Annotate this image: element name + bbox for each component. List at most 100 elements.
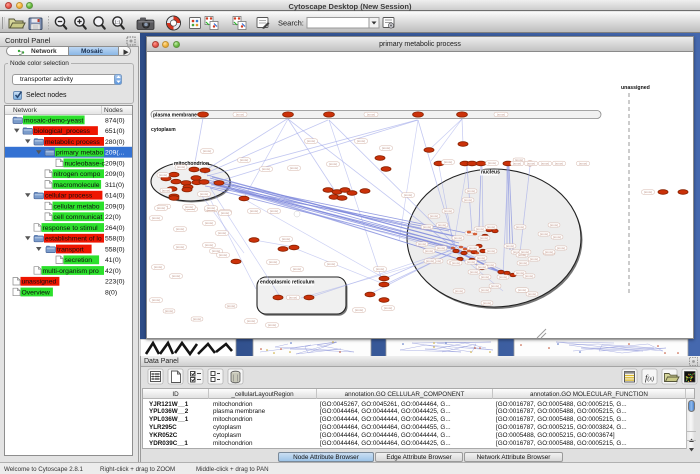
svg-text:endoplasmic reticulum: endoplasmic reticulum <box>260 280 315 286</box>
svg-text:(xx xx): (xx xx) <box>270 209 278 213</box>
svg-text:(xx xx): (xx xx) <box>467 189 475 193</box>
svg-text:multi-organism pro: multi-organism pro <box>43 268 99 275</box>
svg-text:(xx xx): (xx xx) <box>480 236 488 240</box>
svg-text:(xx xx): (xx xx) <box>438 223 446 227</box>
svg-text:(xx xx): (xx xx) <box>477 256 485 260</box>
svg-text:(xx xx): (xx xx) <box>483 301 491 305</box>
svg-text:response to stimul: response to stimul <box>43 225 99 232</box>
svg-text:8(0): 8(0) <box>105 289 117 296</box>
svg-text:209(0): 209(0) <box>105 203 125 210</box>
svg-text:874(0): 874(0) <box>105 117 125 124</box>
svg-text:secretion: secretion <box>65 257 93 264</box>
svg-text:(xx xx): (xx xx) <box>437 246 445 250</box>
svg-text:(xx xx): (xx xx) <box>367 113 375 117</box>
svg-text:(xx xx): (xx xx) <box>418 242 426 246</box>
svg-text:(xx xx): (xx xx) <box>154 265 162 269</box>
svg-text:41(0): 41(0) <box>105 257 121 264</box>
svg-text:nucleobase-c: nucleobase-c <box>65 160 106 167</box>
svg-text:(xx xx): (xx xx) <box>579 162 587 166</box>
svg-text:metabolic process: metabolic process <box>45 139 100 146</box>
svg-text:(xx xx): (xx xx) <box>290 166 298 170</box>
svg-text:(xx xx): (xx xx) <box>467 260 475 264</box>
svg-text:(xx xx): (xx xx) <box>464 198 472 202</box>
svg-text:cellular metabo: cellular metabo <box>54 203 100 210</box>
svg-text:(xx xx): (xx xx) <box>152 298 160 302</box>
svg-text:biological_process: biological_process <box>34 128 91 135</box>
svg-text:(xx xx): (xx xx) <box>476 227 484 231</box>
svg-text:transport: transport <box>57 246 84 253</box>
svg-text:(xx xx): (xx xx) <box>430 214 438 218</box>
svg-text:(xx xx): (xx xx) <box>423 225 431 229</box>
svg-text:(xx xx): (xx xx) <box>644 190 652 194</box>
svg-text:(xx xx): (xx xx) <box>516 225 524 229</box>
svg-text:Overview: Overview <box>22 289 50 296</box>
svg-text:(xx xx): (xx xx) <box>499 275 507 279</box>
svg-text:(xx xx): (xx xx) <box>282 237 290 241</box>
svg-text:(xx xx): (xx xx) <box>444 209 452 213</box>
svg-text:(xx xx): (xx xx) <box>329 162 337 166</box>
svg-text:(xx xx): (xx xx) <box>452 261 460 265</box>
svg-text:(xx xx): (xx xx) <box>521 250 529 254</box>
svg-text:(xx xx): (xx xx) <box>478 265 486 269</box>
svg-text:(xx xx): (xx xx) <box>470 270 478 274</box>
svg-text:mosaic-demo-yeast: mosaic-demo-yeast <box>24 117 83 124</box>
svg-text:264(0): 264(0) <box>105 225 125 232</box>
svg-text:209(...: 209(... <box>105 150 124 157</box>
svg-text:(xx xx): (xx xx) <box>268 323 276 327</box>
svg-text:(xx xx): (xx xx) <box>481 275 489 279</box>
svg-text:(xx xx): (xx xx) <box>540 232 548 236</box>
svg-text:(xx xx): (xx xx) <box>557 246 565 250</box>
svg-text:(xx xx): (xx xx) <box>454 236 462 240</box>
svg-text:(xx xx): (xx xx) <box>176 227 184 231</box>
svg-text:(xx xx): (xx xx) <box>425 249 433 253</box>
svg-text:(xx xx): (xx xx) <box>293 267 301 271</box>
svg-text:651(0): 651(0) <box>105 128 125 135</box>
svg-text:(xx xx): (xx xx) <box>327 262 335 266</box>
svg-text:plasma membrane: plasma membrane <box>153 113 197 119</box>
svg-text:(xx xx): (xx xx) <box>221 211 229 215</box>
svg-text:(xx xx): (xx xx) <box>236 113 244 117</box>
svg-text:establishment of lo: establishment of lo <box>45 236 102 243</box>
svg-text:(xx xx): (xx xx) <box>262 167 270 171</box>
svg-text:(xx xx): (xx xx) <box>200 192 208 196</box>
svg-text:(xx xx): (xx xx) <box>487 249 495 253</box>
svg-text:(xx xx): (xx xx) <box>555 162 563 166</box>
svg-text:(xx xx): (xx xx) <box>444 160 452 164</box>
svg-text:macromolecule: macromolecule <box>54 182 100 189</box>
svg-text:(xx xx): (xx xx) <box>525 274 533 278</box>
svg-text:(xx xx): (xx xx) <box>382 146 390 150</box>
svg-text:(xx xx): (xx xx) <box>516 271 524 275</box>
svg-text:209(0): 209(0) <box>105 171 125 178</box>
svg-text:(xx xx): (xx xx) <box>491 284 499 288</box>
svg-text:(xx xx): (xx xx) <box>506 244 514 248</box>
svg-text:614(0): 614(0) <box>105 193 125 200</box>
svg-text:Search:: Search: <box>278 19 304 28</box>
svg-text:(xx xx): (xx xx) <box>240 158 248 162</box>
svg-text:(xx xx): (xx xx) <box>193 317 201 321</box>
svg-text:(xx xx): (xx xx) <box>530 257 538 261</box>
svg-text:(xx xx): (xx xx) <box>355 308 363 312</box>
svg-text:558(0): 558(0) <box>105 236 125 243</box>
svg-text:(xx xx): (xx xx) <box>157 206 165 210</box>
svg-text:311(0): 311(0) <box>105 182 124 189</box>
svg-text:(xx xx): (xx xx) <box>527 162 535 166</box>
svg-text:22(0): 22(0) <box>105 214 121 221</box>
svg-text:(xx xx): (xx xx) <box>205 221 213 225</box>
svg-text:558(0): 558(0) <box>105 246 125 253</box>
svg-text:(xx xx): (xx xx) <box>357 139 365 143</box>
svg-text:209(0): 209(0) <box>105 160 125 167</box>
svg-text:(xx xx): (xx xx) <box>376 267 384 271</box>
svg-text:(xx xx): (xx xx) <box>207 206 215 210</box>
svg-text:223(0): 223(0) <box>105 279 125 286</box>
svg-text:(xx xx): (xx xx) <box>165 309 173 313</box>
svg-text:cell communicat: cell communicat <box>54 214 103 221</box>
svg-text:(xx xx): (xx xx) <box>518 288 526 292</box>
svg-text:(xx xx): (xx xx) <box>541 162 549 166</box>
svg-text:(xx xx): (xx xx) <box>553 235 561 239</box>
svg-text:nucleus: nucleus <box>481 170 500 176</box>
svg-text:(xx xx): (xx xx) <box>159 173 167 177</box>
svg-text:(xx xx): (xx xx) <box>307 139 315 143</box>
svg-text:(xx xx): (xx xx) <box>289 296 297 300</box>
svg-text:(xx xx): (xx xx) <box>497 113 505 117</box>
svg-text:(xx xx): (xx xx) <box>176 245 184 249</box>
